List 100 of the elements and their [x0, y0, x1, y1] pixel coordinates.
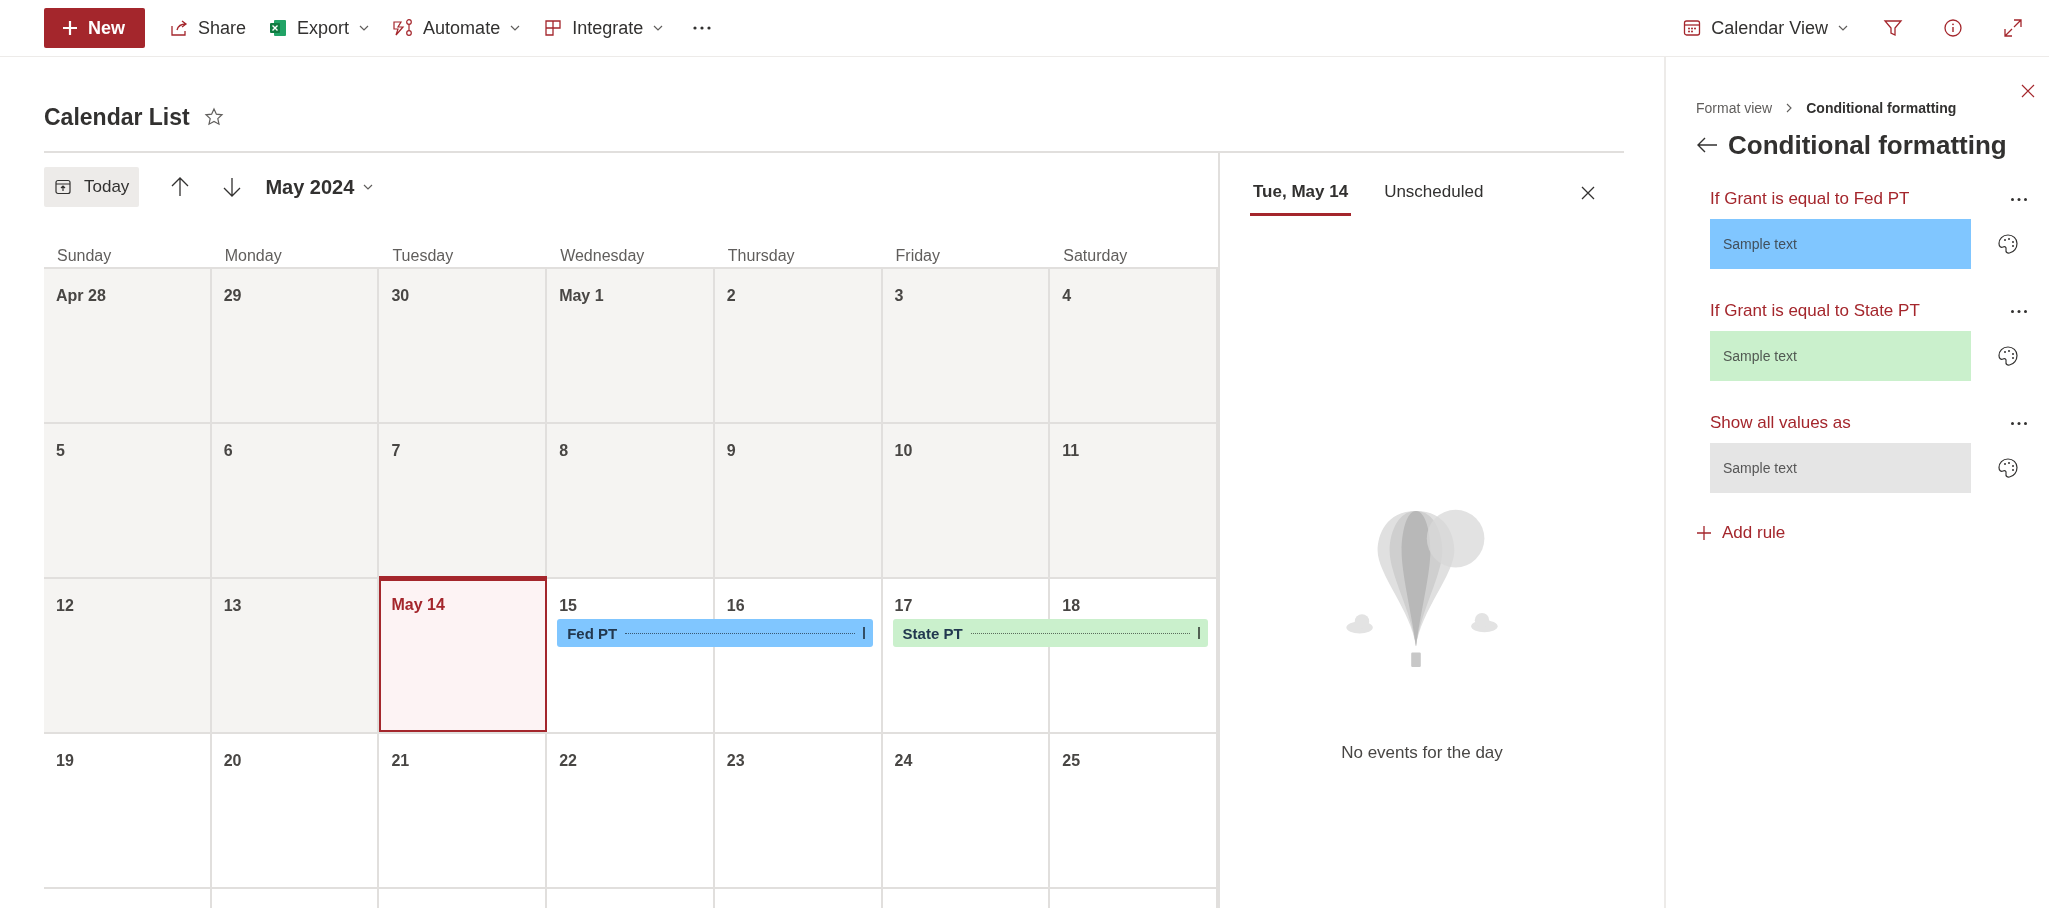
day-cell[interactable]: May 14 [379, 576, 548, 732]
day-number: 18 [1061, 596, 1082, 615]
day-number: May 1 [558, 286, 605, 305]
day-number: 16 [725, 596, 746, 615]
more-icon [2010, 196, 2028, 202]
integrate-button[interactable]: Integrate [543, 8, 665, 48]
day-number: 25 [1061, 751, 1082, 770]
day-cell[interactable]: 3 [882, 269, 1051, 422]
weekday-label: Thursday [726, 247, 796, 265]
day-cell[interactable]: 9 [714, 424, 883, 577]
day-number: 9 [725, 441, 737, 460]
close-icon [2021, 84, 2035, 98]
day-cell[interactable]: 4 [1050, 269, 1218, 422]
filter-icon [1883, 18, 1903, 38]
back-button[interactable] [1696, 136, 1718, 154]
day-cell[interactable]: May 1 [547, 269, 715, 422]
style-button[interactable] [1997, 345, 2019, 367]
day-cell[interactable]: 29 [211, 269, 380, 422]
day-cell[interactable]: 10 [882, 424, 1051, 577]
day-number: 6 [222, 441, 234, 460]
day-number: 3 [893, 286, 905, 305]
day-cell[interactable]: 7 [379, 424, 548, 577]
day-number: 22 [558, 751, 578, 770]
day-cell[interactable]: 12 [44, 579, 212, 732]
day-number: 19 [55, 751, 75, 770]
format-preview: Sample text [1710, 219, 1971, 269]
calendar-today-icon [54, 178, 72, 196]
rule-condition-link[interactable]: If Grant is equal to Fed PT [1710, 189, 1910, 209]
grid-icon [543, 18, 564, 38]
close-button[interactable] [1580, 185, 1596, 201]
day-cell[interactable]: 13 [211, 579, 380, 732]
close-button[interactable] [2021, 84, 2035, 98]
day-number: 5 [55, 441, 66, 460]
format-preview: Sample text [1710, 443, 1971, 493]
breadcrumb-link[interactable]: Format view [1696, 100, 1773, 116]
share-icon [169, 18, 189, 38]
day-number: 10 [893, 441, 914, 460]
style-button[interactable] [1997, 233, 2019, 255]
add-rule-button[interactable]: Add rule [1696, 523, 1786, 543]
style-button[interactable] [1997, 457, 2019, 479]
plus-icon [1696, 525, 1712, 541]
day-tab[interactable]: Unscheduled [1381, 170, 1487, 216]
day-number: 30 [390, 286, 411, 305]
day-cell[interactable]: 11 [1050, 424, 1218, 577]
day-number: 29 [222, 286, 243, 305]
more-button[interactable] [2010, 196, 2028, 202]
weekday-label: Tuesday [391, 247, 455, 265]
more-button[interactable] [2010, 308, 2028, 314]
day-number: 12 [55, 596, 75, 615]
plus-icon [62, 20, 78, 36]
day-tab[interactable]: Tue, May 14 [1250, 170, 1352, 216]
new-button[interactable]: New [44, 8, 145, 48]
share-button[interactable]: Share [169, 8, 247, 48]
rule-condition-link[interactable]: If Grant is equal to State PT [1710, 301, 1920, 321]
weekday-label: Friday [894, 247, 941, 265]
more-icon [692, 25, 713, 31]
close-icon [1580, 185, 1596, 201]
day-cell[interactable]: Apr 28 [44, 269, 212, 422]
list-title: Calendar List [44, 103, 190, 131]
day-cell[interactable]: 6 [211, 424, 380, 577]
day-cell[interactable]: 8 [547, 424, 715, 577]
day-number: 21 [390, 751, 411, 770]
day-number: 8 [558, 441, 570, 460]
weekday-label: Saturday [1062, 247, 1129, 265]
weekday-label: Wednesday [559, 247, 646, 265]
info-icon [1943, 18, 1963, 38]
day-number: 20 [222, 751, 243, 770]
today-button[interactable]: Today [44, 167, 140, 207]
day-cell[interactable]: 2 [714, 269, 883, 422]
palette-icon [1997, 457, 2019, 479]
day-number: 24 [893, 751, 914, 770]
day-number: 7 [390, 441, 402, 460]
expand-icon [2003, 18, 2023, 38]
more-button[interactable] [2010, 420, 2028, 426]
event-bar[interactable]: Fed PT [557, 619, 873, 647]
month-picker[interactable]: May 2024 [265, 175, 375, 199]
flow-icon [392, 18, 415, 38]
export-button[interactable]: Export [268, 8, 371, 48]
rule-condition-link[interactable]: Show all values as [1710, 413, 1851, 433]
view-switcher[interactable]: Calendar View [1682, 8, 1849, 48]
back-arrow-icon [1696, 136, 1718, 154]
day-cell[interactable]: 30 [379, 269, 548, 422]
panel-title: Conditional formatting [1728, 129, 2007, 161]
automate-button[interactable]: Automate [392, 8, 522, 48]
day-number: 23 [725, 751, 746, 770]
palette-icon [1997, 233, 2019, 255]
weekday-label: Monday [223, 247, 283, 265]
more-icon [2010, 420, 2028, 426]
day-number: 2 [725, 286, 737, 305]
spreadsheet-icon [268, 18, 289, 38]
day-number: 17 [893, 596, 914, 615]
day-number: 13 [222, 596, 243, 615]
event-bar[interactable]: State PT [892, 619, 1208, 647]
star-icon [203, 107, 224, 127]
empty-message: No events for the day [1341, 743, 1503, 763]
favorite-button[interactable] [203, 107, 224, 127]
day-number: 11 [1061, 441, 1081, 460]
day-cell[interactable]: 5 [44, 424, 212, 577]
day-number: 15 [558, 596, 578, 615]
weekday-label: Sunday [56, 247, 113, 265]
